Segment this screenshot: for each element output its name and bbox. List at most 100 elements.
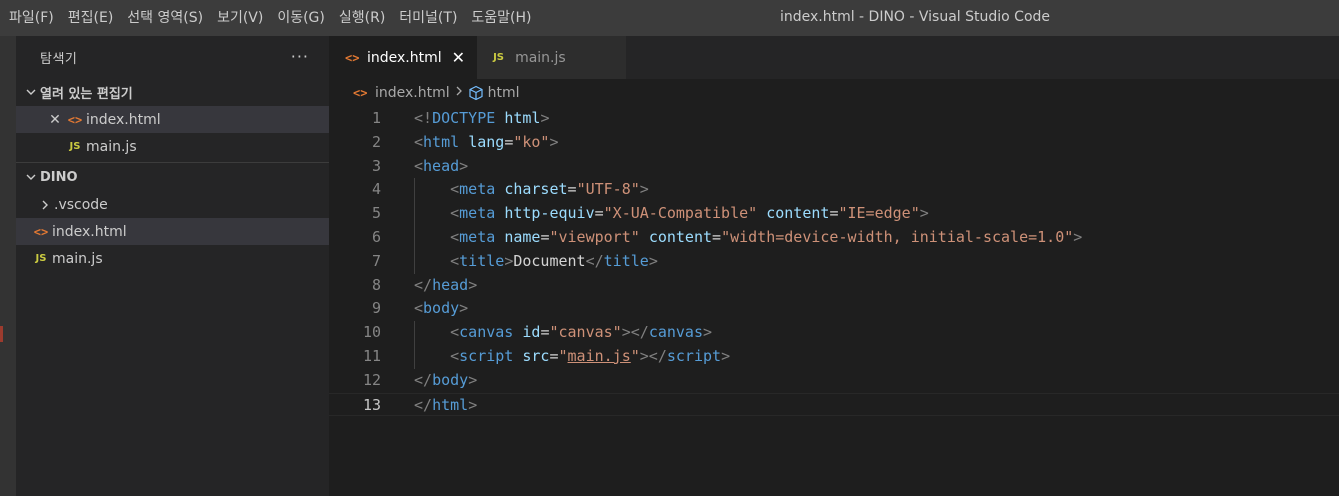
tab-bar: <> index.html ✕ JS main.js: [329, 36, 1339, 79]
menu-file[interactable]: 파일(F): [2, 0, 61, 36]
code-line[interactable]: 10 <canvas id="canvas"></canvas>: [329, 321, 1339, 345]
more-actions-icon[interactable]: ···: [291, 49, 309, 65]
menu-help[interactable]: 도움말(H): [464, 0, 538, 36]
code-token: "width=device-width, initial-scale=1.0": [721, 227, 1074, 246]
close-icon[interactable]: ✕: [46, 112, 64, 128]
code-token: =: [504, 132, 514, 151]
code-token: >: [468, 370, 478, 389]
code-text: </head>: [414, 274, 477, 298]
tab-label: main.js: [515, 49, 566, 66]
code-line[interactable]: 9 <body>: [329, 297, 1339, 321]
menu-view[interactable]: 보기(V): [210, 0, 270, 36]
code-line[interactable]: 5 <meta http-equiv="X-UA-Compatible" con…: [329, 202, 1339, 226]
menu-run[interactable]: 실행(R): [332, 0, 392, 36]
code-token: <: [414, 299, 424, 318]
breadcrumb-file[interactable]: index.html: [375, 85, 450, 101]
code-editor[interactable]: 1 <!DOCTYPE html> 2 <html lang="ko"> 3 <head>…: [329, 107, 1339, 418]
code-token: canvas: [459, 323, 514, 342]
window-title: index.html - DINO - Visual Studio Code: [779, 9, 1051, 25]
code-token: =: [567, 180, 577, 199]
html-file-icon: <>: [345, 50, 360, 65]
tab-index-html[interactable]: <> index.html ✕: [329, 36, 478, 79]
line-number: 13: [362, 395, 381, 414]
close-icon[interactable]: ✕: [452, 48, 465, 67]
code-token: body: [423, 299, 460, 318]
cube-icon: [469, 85, 483, 101]
code-line[interactable]: 13 </html>: [329, 392, 1339, 418]
code-token: head: [432, 275, 469, 294]
code-token: >: [703, 323, 713, 342]
code-token: >: [639, 180, 649, 199]
chevron-right-icon: [36, 199, 54, 211]
code-token: =: [712, 227, 722, 246]
code-token: </: [414, 370, 433, 389]
code-token: ></: [621, 323, 649, 342]
breadcrumb-symbol[interactable]: html: [488, 85, 520, 101]
activity-bar: [0, 36, 16, 496]
menu-go[interactable]: 이동(G): [270, 0, 332, 36]
code-token: >: [919, 204, 929, 223]
code-token: canvas: [648, 323, 703, 342]
code-text: <meta charset="UTF-8">: [414, 178, 649, 202]
tab-main-js[interactable]: JS main.js: [477, 36, 628, 79]
code-token: </: [585, 251, 604, 270]
code-text: <html lang="ko">: [414, 131, 559, 155]
code-line[interactable]: 6 <meta name="viewport" content="width=d…: [329, 225, 1339, 250]
code-token: "ko": [513, 132, 550, 151]
html-file-icon: <>: [67, 112, 83, 127]
code-line[interactable]: 1 <!DOCTYPE html>: [329, 107, 1339, 131]
code-token: ": [630, 346, 640, 365]
code-line[interactable]: 12 </body>: [329, 369, 1339, 393]
code-token: lang: [468, 132, 505, 151]
code-token: <: [450, 251, 460, 270]
line-number: 9: [371, 299, 381, 318]
code-token: meta: [459, 204, 496, 223]
menu-terminal[interactable]: 터미널(T): [392, 0, 464, 36]
open-editor-item-index-html[interactable]: ✕ <> index.html: [16, 106, 329, 133]
js-file-icon: JS: [35, 253, 47, 264]
line-number: 2: [371, 132, 381, 151]
code-token: <: [450, 204, 460, 223]
code-token: name: [504, 227, 541, 246]
menu-selection[interactable]: 선택 영역(S): [120, 0, 210, 36]
editor-area: <> index.html ✕ JS main.js <> index.html…: [329, 36, 1339, 496]
tree-item-label: .vscode: [54, 196, 108, 213]
open-editor-item-main-js[interactable]: JS main.js: [16, 133, 329, 160]
menu-edit[interactable]: 편집(E): [61, 0, 121, 36]
tree-item-vscode-folder[interactable]: .vscode: [16, 191, 329, 218]
code-text: <body>: [414, 297, 468, 321]
code-token: title: [459, 251, 505, 270]
open-editors-section-header[interactable]: 열려 있는 편집기: [16, 78, 329, 106]
code-line[interactable]: 3 <head>: [329, 155, 1339, 179]
code-token: =: [549, 346, 559, 365]
code-token: meta: [459, 227, 496, 246]
code-token: >: [540, 109, 550, 127]
code-token: script: [666, 346, 722, 365]
folder-section-header[interactable]: DINO: [16, 163, 329, 191]
tab-label: index.html: [367, 49, 442, 66]
line-number: 11: [362, 346, 381, 365]
code-line[interactable]: 2 <html lang="ko">: [329, 131, 1339, 155]
tree-item-index-html[interactable]: <> index.html: [16, 218, 329, 245]
code-token: head: [423, 156, 460, 175]
code-line[interactable]: 11 <script src="main.js"></script>: [329, 344, 1339, 369]
code-line[interactable]: 8 </head>: [329, 274, 1339, 298]
code-token: content: [648, 227, 713, 246]
line-number: 1: [371, 109, 381, 127]
code-token: <!: [414, 109, 433, 127]
tree-item-main-js[interactable]: JS main.js: [16, 245, 329, 272]
code-text: </html>: [414, 394, 477, 418]
code-text: <meta http-equiv="X-UA-Compatible" conte…: [414, 202, 929, 226]
code-line[interactable]: 7 <title>Document</title>: [329, 249, 1339, 274]
open-editors-title: 열려 있는 편집기: [40, 86, 133, 102]
code-token: content: [766, 204, 830, 223]
code-line[interactable]: 4 <meta charset="UTF-8">: [329, 178, 1339, 203]
code-text: <script src="main.js"></script>: [414, 345, 730, 369]
tree-item-label: main.js: [52, 250, 103, 267]
